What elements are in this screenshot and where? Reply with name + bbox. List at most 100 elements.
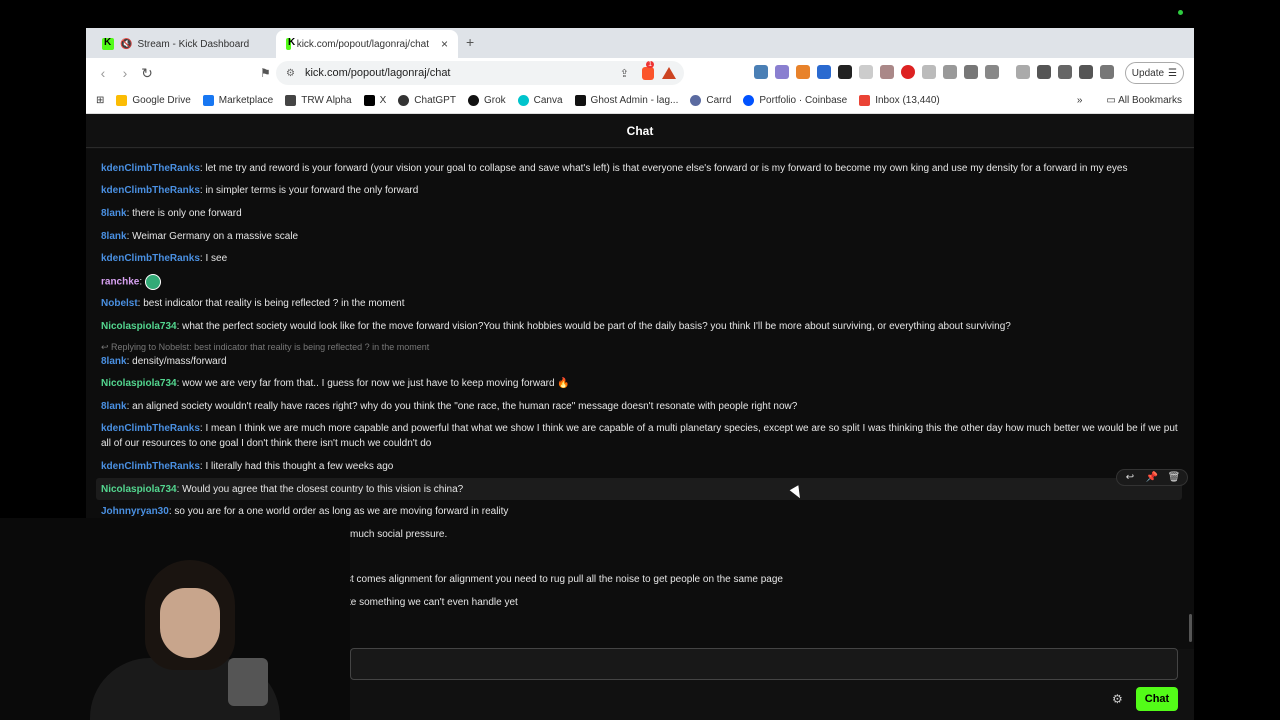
username[interactable]: kdenClimbTheRanks [101, 423, 200, 434]
chat-message[interactable]: 8lank: Weimar Germany on a massive scale [101, 229, 1181, 244]
reply-context[interactable]: ↩ Replying to Nobelst: best indicator th… [101, 340, 1181, 355]
username[interactable]: kdenClimbTheRanks [101, 185, 200, 196]
media-icon[interactable] [1016, 65, 1030, 79]
chat-message[interactable]: 8lank: an aligned society wouldn't reall… [101, 399, 1181, 414]
username[interactable]: Nicolaspiola734 [101, 378, 177, 389]
chat-message[interactable]: ranchke: [101, 274, 1181, 290]
chat-message[interactable]: 8lank: there is only one forward [101, 206, 1181, 221]
pin-icon[interactable]: 📌 [1143, 472, 1161, 483]
bookmark-label: X [379, 95, 387, 106]
username[interactable]: 8lank [101, 401, 127, 412]
extension-icon[interactable] [922, 65, 936, 79]
chat-message[interactable]: kdenClimbTheRanks: I see [101, 251, 1181, 266]
chat-message[interactable]: Nicolaspiola734: Would you agree that th… [101, 482, 1181, 497]
chat-message[interactable]: 8lank: density/mass/forward [101, 354, 1181, 369]
extension-icon[interactable] [859, 65, 873, 79]
bookmark-trw-alpha[interactable]: TRW Alpha [285, 95, 352, 106]
chat-title: Chat [626, 123, 654, 138]
tab-kick-dashboard[interactable]: 🔇 Stream - Kick Dashboard [92, 30, 274, 58]
chat-message[interactable]: kdenClimbTheRanks: let me try and reword… [101, 161, 1181, 176]
extension-icon[interactable] [817, 65, 831, 79]
chat-message[interactable]: Johnnyryan30: so you are for a one world… [101, 504, 1181, 519]
gmail-icon [859, 95, 871, 106]
wallet-icon[interactable] [1058, 65, 1072, 79]
all-bookmarks[interactable]: ▭ All Bookmarks [1106, 95, 1182, 106]
kick-favicon-icon [102, 37, 114, 50]
chat-message[interactable]: Nicolaspiola734: what the perfect societ… [101, 319, 1181, 334]
bookmark-chatgpt[interactable]: ChatGPT [398, 95, 456, 106]
bookmark-grok[interactable]: Grok [467, 95, 506, 106]
send-chat-button[interactable]: Chat [1136, 687, 1178, 711]
back-icon[interactable]: ‹ [92, 65, 114, 81]
share-icon[interactable]: ⇪ [620, 67, 629, 80]
bookmark-x[interactable]: X [363, 95, 387, 106]
brave-rewards-icon[interactable] [662, 67, 676, 79]
more-bookmarks-icon[interactable]: » [1077, 95, 1083, 106]
coinbase-icon [743, 95, 755, 106]
new-tab-icon[interactable]: + [466, 34, 474, 50]
chat-settings-icon[interactable]: ⚙ [1112, 692, 1123, 706]
metamask-icon[interactable] [796, 65, 810, 79]
username[interactable]: 8lank [101, 356, 127, 367]
opera-icon[interactable] [901, 65, 915, 79]
bookmark-coinbase[interactable]: Portfolio · Coinbase [743, 95, 847, 106]
chat-scrollbar[interactable] [1189, 614, 1192, 642]
extension-icon[interactable] [754, 65, 768, 79]
update-button[interactable]: Update ☰ [1124, 62, 1184, 84]
bookmark-icon[interactable]: ⚑ [260, 66, 271, 80]
username[interactable]: kdenClimbTheRanks [101, 253, 200, 264]
reload-icon[interactable]: ↻ [136, 65, 158, 82]
username[interactable]: 8lank [101, 208, 127, 219]
forward-icon[interactable]: › [114, 65, 136, 81]
chat-message[interactable]: Nobelst: best indicator that reality is … [101, 296, 1181, 311]
username[interactable]: Nicolaspiola734 [101, 321, 177, 332]
bookmark-gmail[interactable]: Inbox (13,440) [859, 95, 940, 106]
muted-speaker-icon[interactable]: 🔇 [120, 39, 132, 50]
vpn-icon[interactable] [1100, 65, 1114, 79]
message-text: te something we can't even handle yet [348, 597, 518, 608]
address-bar[interactable]: ⚙ kick.com/popout/lagonraj/chat ⇪ 1 [276, 61, 684, 85]
extension-icon[interactable] [880, 65, 894, 79]
tab-kick-chat[interactable]: kick.com/popout/lagonraj/chat × [276, 30, 458, 58]
extension-icon[interactable] [775, 65, 789, 79]
bookmark-marketplace[interactable]: Marketplace [202, 95, 273, 106]
site-info-icon[interactable]: ⚙ [286, 68, 295, 79]
delete-icon[interactable]: 🗑 [1165, 472, 1183, 483]
apps-grid-icon[interactable]: ⊞ [96, 95, 104, 106]
chat-message[interactable]: st comes alignment for alignment you nee… [346, 572, 1166, 587]
reply-text: ↩ Replying to Nobelst: best indicator th… [101, 342, 430, 352]
chat-message[interactable]: kdenClimbTheRanks: in simpler terms is y… [101, 183, 1181, 198]
chat-message[interactable]: Nicolaspiola734: wow we are very far fro… [101, 376, 1181, 391]
username[interactable]: Nicolaspiola734 [101, 484, 177, 495]
username[interactable]: ranchke [101, 277, 139, 288]
bookmark-canva[interactable]: Canva [517, 95, 563, 106]
username[interactable]: kdenClimbTheRanks [101, 163, 200, 174]
webcam-overlay [0, 518, 350, 720]
brave-shields-icon[interactable] [642, 66, 654, 80]
chat-message[interactable]: te something we can't even handle yet [348, 595, 1168, 610]
extensions-area [754, 65, 1114, 79]
reply-icon[interactable]: ↩ [1121, 472, 1139, 483]
chat-message[interactable]: kdenClimbTheRanks: I mean I think we are… [101, 421, 1181, 451]
bookmark-carrd[interactable]: Carrd [690, 95, 731, 106]
leo-ai-icon[interactable] [1079, 65, 1093, 79]
chat-message[interactable]: kdenClimbTheRanks: I literally had this … [101, 459, 1181, 474]
bookmark-google-drive[interactable]: Google Drive [116, 95, 191, 106]
bookmark-ghost-admin[interactable]: Ghost Admin - lag... [574, 95, 678, 106]
chat-message[interactable]: much social pressure. [350, 527, 1170, 542]
username[interactable]: 8lank [101, 231, 127, 242]
close-tab-icon[interactable]: × [441, 37, 448, 51]
kick-favicon-icon [286, 37, 295, 50]
extension-icon[interactable] [985, 65, 999, 79]
puzzle-icon[interactable] [964, 65, 978, 79]
username[interactable]: kdenClimbTheRanks [101, 461, 200, 472]
bookmark-label: Google Drive [132, 95, 191, 106]
username[interactable]: Nobelst [101, 298, 138, 309]
username[interactable]: Johnnyryan30 [101, 506, 169, 517]
sidebar-icon[interactable] [1037, 65, 1051, 79]
message-text: : Weimar Germany on a massive scale [126, 231, 299, 242]
chat-input[interactable] [350, 648, 1178, 680]
extension-icon[interactable] [838, 65, 852, 79]
extension-icon[interactable] [943, 65, 957, 79]
bookmark-label: Inbox (13,440) [875, 95, 940, 106]
